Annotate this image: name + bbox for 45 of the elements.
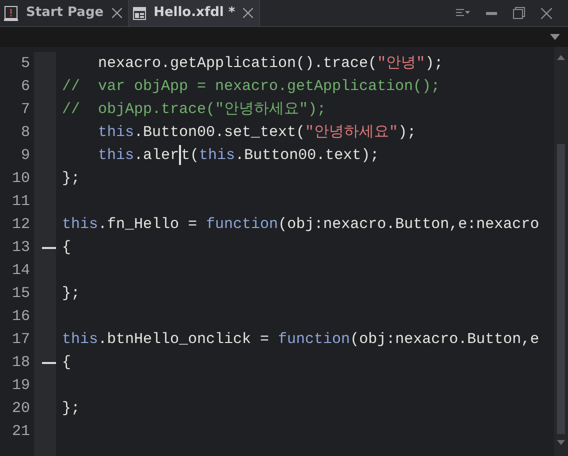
line-number: 13 xyxy=(12,239,30,256)
minimize-icon[interactable] xyxy=(486,12,497,14)
dropdown-caret-icon[interactable] xyxy=(550,34,560,40)
line-number: 5 xyxy=(20,55,30,72)
line-number: 14 xyxy=(12,262,30,279)
form-icon xyxy=(132,6,146,20)
scroll-up-icon[interactable] xyxy=(557,55,565,60)
list-menu-icon[interactable] xyxy=(456,9,470,17)
line-number: 19 xyxy=(12,377,30,394)
line-number: 17 xyxy=(12,331,30,348)
line-number: 12 xyxy=(12,216,30,233)
code-line: }; xyxy=(62,400,80,417)
code-line: this.fn_Hello = function(obj:nexacro.Button,e:nexacro xyxy=(62,216,540,233)
line-number: 6 xyxy=(20,78,30,95)
scrollbar-thumb[interactable] xyxy=(557,144,565,434)
text-cursor xyxy=(179,145,182,166)
fold-marker-icon[interactable] xyxy=(42,246,56,248)
code-line: }; xyxy=(62,170,80,187)
line-number: 15 xyxy=(12,285,30,302)
line-number: 16 xyxy=(12,308,30,325)
line-number: 8 xyxy=(20,124,30,141)
close-icon[interactable] xyxy=(112,8,122,18)
code-line: this.aler t(this.Button00.text); xyxy=(97,147,380,164)
line-number: 10 xyxy=(12,170,30,187)
close-icon[interactable] xyxy=(243,8,254,18)
line-number: 18 xyxy=(12,354,30,371)
editor-tab[interactable]: Hello.xfdl * xyxy=(128,0,260,26)
line-number: 20 xyxy=(12,400,30,417)
line-number: 9 xyxy=(20,147,30,164)
fold-marker-icon[interactable] xyxy=(42,362,56,364)
code-line: // var objApp = nexacro.getApplication(); xyxy=(62,78,440,95)
close-icon[interactable] xyxy=(541,8,552,18)
code-line: { xyxy=(62,354,72,371)
line-number: 11 xyxy=(12,193,30,210)
code-line: // objApp.trace("안녕하세요"); xyxy=(62,101,326,118)
line-number: 7 xyxy=(20,101,30,118)
code-line: this.Button00.set_text("안녕하세요"); xyxy=(97,124,416,141)
code-line: }; xyxy=(62,285,80,302)
restore-icon[interactable] xyxy=(513,7,525,19)
code-line: this.btnHello_onclick = function(obj:nexacro.Button,e xyxy=(62,331,540,348)
line-number: 21 xyxy=(12,423,30,440)
code-line: { xyxy=(62,239,72,256)
scroll-down-icon[interactable] xyxy=(557,440,565,445)
code-line: nexacro.getApplication().trace("안녕"); xyxy=(97,55,444,72)
warning-page-icon xyxy=(4,6,18,20)
